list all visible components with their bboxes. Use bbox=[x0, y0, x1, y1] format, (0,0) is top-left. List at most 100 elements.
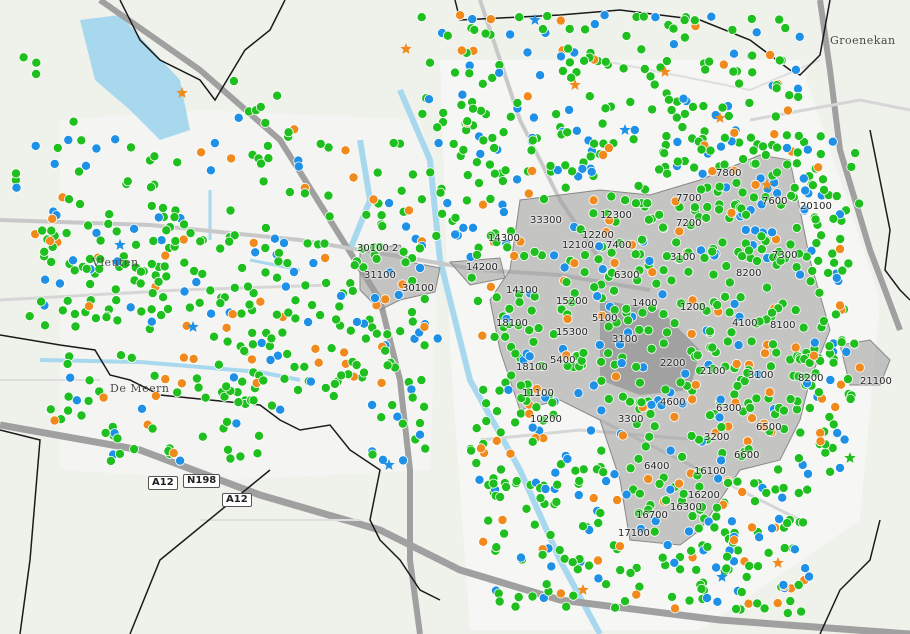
green-point[interactable] bbox=[767, 307, 778, 318]
green-point[interactable] bbox=[770, 484, 781, 495]
green-point[interactable] bbox=[669, 318, 680, 329]
green-point[interactable] bbox=[726, 327, 737, 338]
blue-point[interactable] bbox=[839, 434, 850, 445]
blue-point[interactable] bbox=[125, 302, 136, 313]
orange-point[interactable] bbox=[690, 379, 701, 390]
green-point[interactable] bbox=[500, 331, 511, 342]
green-point[interactable] bbox=[539, 194, 550, 205]
green-point[interactable] bbox=[161, 271, 172, 282]
green-point[interactable] bbox=[416, 375, 427, 386]
orange-point[interactable] bbox=[348, 172, 359, 183]
green-point[interactable] bbox=[831, 191, 842, 202]
green-point[interactable] bbox=[260, 242, 271, 253]
blue-point[interactable] bbox=[597, 264, 608, 275]
green-point[interactable] bbox=[419, 401, 430, 412]
blue-point[interactable] bbox=[503, 384, 514, 395]
green-point[interactable] bbox=[63, 405, 74, 416]
green-point[interactable] bbox=[224, 236, 235, 247]
blue-point[interactable] bbox=[594, 339, 605, 350]
green-point[interactable] bbox=[720, 291, 731, 302]
blue-point[interactable] bbox=[233, 112, 244, 123]
green-point[interactable] bbox=[197, 431, 208, 442]
green-point[interactable] bbox=[531, 402, 542, 413]
green-point[interactable] bbox=[781, 130, 792, 141]
green-point[interactable] bbox=[753, 561, 764, 572]
orange-star[interactable] bbox=[577, 584, 589, 595]
green-point[interactable] bbox=[741, 209, 752, 220]
green-point[interactable] bbox=[126, 142, 137, 153]
green-point[interactable] bbox=[194, 297, 205, 308]
orange-point[interactable] bbox=[609, 257, 620, 268]
blue-point[interactable] bbox=[305, 376, 316, 387]
green-point[interactable] bbox=[178, 219, 189, 230]
green-point[interactable] bbox=[195, 236, 206, 247]
blue-point[interactable] bbox=[716, 455, 727, 466]
green-point[interactable] bbox=[678, 488, 689, 499]
orange-point[interactable] bbox=[815, 436, 826, 447]
green-point[interactable] bbox=[481, 398, 492, 409]
blue-point[interactable] bbox=[516, 552, 527, 563]
green-point[interactable] bbox=[689, 15, 700, 26]
green-point[interactable] bbox=[145, 182, 156, 193]
blue-point[interactable] bbox=[586, 166, 597, 177]
green-point[interactable] bbox=[388, 137, 399, 148]
green-point[interactable] bbox=[279, 373, 290, 384]
green-point[interactable] bbox=[731, 604, 742, 615]
green-point[interactable] bbox=[786, 190, 797, 201]
green-point[interactable] bbox=[773, 464, 784, 475]
blue-point[interactable] bbox=[288, 266, 299, 277]
green-point[interactable] bbox=[601, 579, 612, 590]
green-point[interactable] bbox=[319, 238, 330, 249]
blue-point[interactable] bbox=[596, 405, 607, 416]
blue-point[interactable] bbox=[423, 94, 434, 105]
blue-point[interactable] bbox=[206, 308, 217, 319]
green-point[interactable] bbox=[729, 389, 740, 400]
green-point[interactable] bbox=[698, 101, 709, 112]
blue-point[interactable] bbox=[556, 51, 567, 62]
green-point[interactable] bbox=[271, 272, 282, 283]
green-point[interactable] bbox=[208, 331, 219, 342]
orange-point[interactable] bbox=[772, 598, 783, 609]
green-point[interactable] bbox=[351, 359, 362, 370]
orange-point[interactable] bbox=[485, 14, 496, 25]
green-point[interactable] bbox=[702, 541, 713, 552]
green-point[interactable] bbox=[148, 235, 159, 246]
green-point[interactable] bbox=[738, 154, 749, 165]
blue-point[interactable] bbox=[716, 141, 727, 152]
green-point[interactable] bbox=[704, 56, 715, 67]
blue-point[interactable] bbox=[616, 358, 627, 369]
green-point[interactable] bbox=[149, 151, 160, 162]
green-point[interactable] bbox=[684, 595, 695, 606]
green-point[interactable] bbox=[708, 269, 719, 280]
green-point[interactable] bbox=[807, 265, 818, 276]
green-point[interactable] bbox=[471, 423, 482, 434]
blue-point[interactable] bbox=[573, 388, 584, 399]
orange-point[interactable] bbox=[45, 235, 56, 246]
green-point[interactable] bbox=[722, 551, 733, 562]
green-point[interactable] bbox=[790, 305, 801, 316]
green-point[interactable] bbox=[222, 444, 233, 455]
green-point[interactable] bbox=[478, 384, 489, 395]
green-point[interactable] bbox=[589, 138, 600, 149]
blue-point[interactable] bbox=[129, 223, 140, 234]
green-point[interactable] bbox=[172, 387, 183, 398]
green-point[interactable] bbox=[659, 148, 670, 159]
green-point[interactable] bbox=[707, 246, 718, 257]
blue-point[interactable] bbox=[433, 138, 444, 149]
green-point[interactable] bbox=[146, 304, 157, 315]
orange-point[interactable] bbox=[248, 237, 259, 248]
green-point[interactable] bbox=[636, 44, 647, 55]
green-point[interactable] bbox=[649, 79, 660, 90]
green-point[interactable] bbox=[273, 256, 284, 267]
green-point[interactable] bbox=[510, 348, 521, 359]
orange-point[interactable] bbox=[643, 473, 654, 484]
blue-point[interactable] bbox=[303, 317, 314, 328]
green-point[interactable] bbox=[675, 377, 686, 388]
orange-point[interactable] bbox=[765, 50, 776, 61]
green-point[interactable] bbox=[215, 243, 226, 254]
green-point[interactable] bbox=[782, 518, 793, 529]
orange-point[interactable] bbox=[160, 250, 171, 261]
orange-point[interactable] bbox=[588, 195, 599, 206]
green-point[interactable] bbox=[136, 306, 147, 317]
green-point[interactable] bbox=[10, 168, 21, 179]
